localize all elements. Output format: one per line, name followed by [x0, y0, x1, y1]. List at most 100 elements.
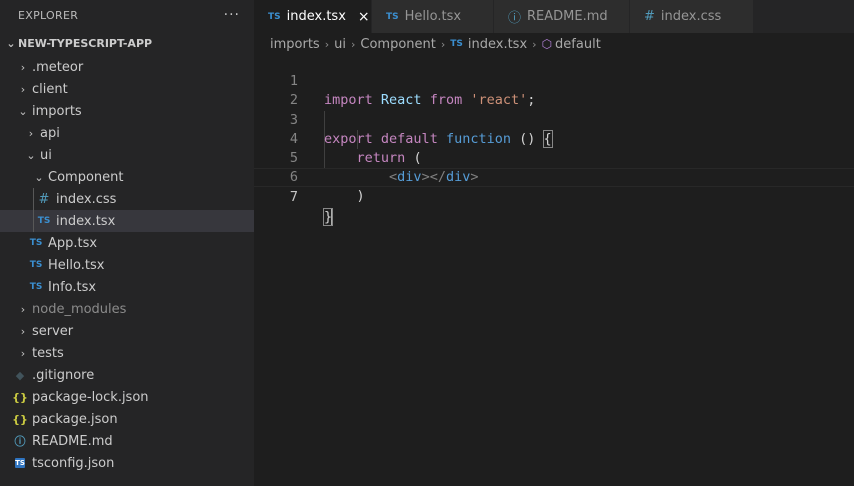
indent-guide [33, 210, 34, 232]
tab-hello-tsx[interactable]: TS Hello.tsx [372, 0, 494, 33]
chevron-right-icon: › [20, 82, 26, 96]
code-text: ) [356, 188, 365, 205]
breadcrumb-item[interactable]: ui [334, 37, 346, 52]
tree-item-label: .meteor [32, 59, 84, 75]
tab-index-tsx[interactable]: TS index.tsx × [254, 0, 372, 33]
code-line-current: 7 } [254, 168, 854, 226]
text-cursor [331, 208, 334, 225]
info-file-icon: ⓘ [14, 435, 26, 448]
tree-item-label: Component [48, 169, 124, 185]
code-line: 4 return ( [254, 111, 854, 166]
css-file-icon: # [644, 9, 655, 24]
tree-item-info-tsx[interactable]: TS Info.tsx [0, 276, 254, 298]
tree-item-tests[interactable]: › tests [0, 342, 254, 364]
code-line: 3 export default function () { [254, 91, 854, 148]
breadcrumb-file[interactable]: index.tsx [468, 37, 527, 52]
tree-item-label: README.md [32, 433, 113, 449]
tab-label: index.css [660, 9, 722, 24]
chevron-right-icon: › [440, 37, 446, 51]
tab-label: index.tsx [286, 9, 346, 24]
close-icon[interactable]: × [358, 9, 370, 25]
chevron-right-icon: › [20, 346, 26, 360]
chevron-right-icon: › [28, 126, 34, 140]
chevron-down-icon: ⌄ [26, 148, 36, 162]
tree-item-component[interactable]: ⌄ Component [0, 166, 254, 188]
tree-item-label: index.tsx [56, 213, 116, 229]
css-file-icon: # [38, 191, 50, 207]
breadcrumb-symbol[interactable]: default [555, 37, 601, 52]
tree-item-label: tsconfig.json [32, 455, 115, 471]
tsconfig-file-icon: TS [15, 458, 25, 468]
explorer-header: EXPLORER ··· [0, 0, 254, 30]
json-file-icon: {} [12, 412, 28, 426]
tree-item-label: client [32, 81, 68, 97]
tree-item-hello-tsx[interactable]: TS Hello.tsx [0, 254, 254, 276]
more-actions-icon[interactable]: ··· [224, 7, 240, 23]
code-editor[interactable]: 1 import React from 'react'; 2 3 export … [254, 53, 854, 486]
tree-item-index-tsx[interactable]: TS index.tsx [0, 210, 254, 232]
explorer-sidebar: EXPLORER ··· ⌄ NEW-TYPESCRIPT-APP › .met… [0, 0, 254, 486]
tree-item-label: imports [32, 103, 82, 119]
tree-item-label: api [40, 125, 60, 141]
tree-item-label: .gitignore [32, 367, 95, 383]
symbol-icon: ⬡ [541, 37, 553, 51]
json-file-icon: {} [12, 390, 28, 404]
breadcrumb-item[interactable]: imports [270, 37, 320, 52]
workspace-root[interactable]: ⌄ NEW-TYPESCRIPT-APP [0, 30, 254, 56]
info-file-icon: ⓘ [508, 11, 522, 26]
tree-item-ui[interactable]: ⌄ ui [0, 144, 254, 166]
ts-file-icon: TS [268, 11, 281, 22]
code-line: 1 import React from 'react'; [254, 53, 854, 108]
tree-item-client[interactable]: › client [0, 78, 254, 100]
tree-item-label: node_modules [32, 301, 127, 317]
tree-item-index-css[interactable]: # index.css [0, 188, 254, 210]
chevron-down-icon: ⌄ [18, 104, 28, 118]
chevron-right-icon: › [532, 37, 537, 51]
code-line: 5 <div></div> [254, 130, 854, 185]
explorer-title: EXPLORER [18, 8, 79, 22]
workspace-root-label: NEW-TYPESCRIPT-APP [18, 36, 153, 50]
tree-item-package-lock-json[interactable]: {} package-lock.json [0, 386, 254, 408]
code-line: 6 ) [254, 149, 854, 204]
ts-file-icon: TS [386, 11, 399, 22]
tree-item-gitignore[interactable]: ◆ .gitignore [0, 364, 254, 386]
tab-label: README.md [527, 9, 608, 24]
tab-label: Hello.tsx [404, 9, 462, 24]
ts-file-icon: TS [29, 238, 43, 248]
chevron-right-icon: › [350, 37, 356, 51]
chevron-right-icon: › [324, 37, 330, 51]
chevron-down-icon: ⌄ [34, 170, 44, 184]
ts-file-icon: TS [29, 260, 43, 270]
tree-item-label: App.tsx [48, 235, 98, 251]
tree-item-label: package.json [32, 411, 118, 427]
tree-item-label: Hello.tsx [48, 257, 105, 273]
ts-file-icon: TS [450, 39, 463, 49]
tree-item-label: package-lock.json [32, 389, 149, 405]
tree-item-node-modules[interactable]: › node_modules [0, 298, 254, 320]
tree-item-imports[interactable]: ⌄ imports [0, 100, 254, 122]
tree-item-meteor[interactable]: › .meteor [0, 56, 254, 78]
tree-item-package-json[interactable]: {} package.json [0, 408, 254, 430]
tree-item-server[interactable]: › server [0, 320, 254, 342]
breadcrumb-item[interactable]: Component [360, 37, 435, 52]
tree-item-label: index.css [56, 191, 117, 207]
tree-item-tsconfig[interactable]: TS tsconfig.json [0, 452, 254, 474]
tab-readme[interactable]: ⓘ README.md [494, 0, 630, 33]
chevron-right-icon: › [20, 302, 26, 316]
code-text: } [322, 207, 334, 226]
tree-item-readme[interactable]: ⓘ README.md [0, 430, 254, 452]
editor-tab-bar: TS index.tsx × TS Hello.tsx ⓘ README.md … [254, 0, 854, 33]
ts-file-icon: TS [37, 216, 51, 226]
tree-item-label: tests [32, 345, 64, 361]
tree-item-app-tsx[interactable]: TS App.tsx [0, 232, 254, 254]
tree-item-api[interactable]: › api [0, 122, 254, 144]
ts-file-icon: TS [29, 282, 43, 292]
git-file-icon: ◆ [15, 368, 25, 382]
tree-item-label: Info.tsx [48, 279, 97, 295]
chevron-right-icon: › [20, 60, 26, 74]
tab-index-css[interactable]: # index.css [630, 0, 754, 33]
chevron-right-icon: › [20, 324, 26, 338]
tree-item-label: ui [40, 147, 52, 163]
breadcrumb: imports › ui › Component › TS index.tsx … [254, 33, 854, 55]
tree-item-label: server [32, 323, 74, 339]
